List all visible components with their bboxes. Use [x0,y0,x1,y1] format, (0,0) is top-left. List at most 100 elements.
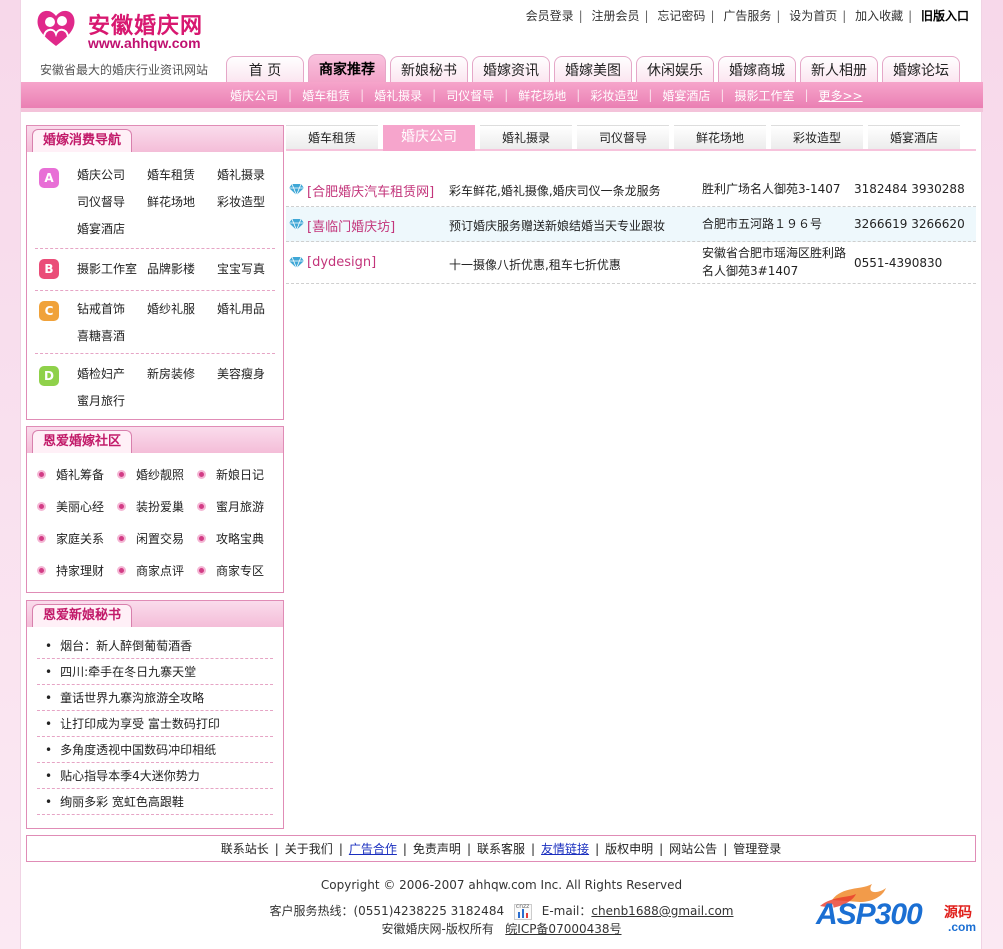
bullet-icon [197,502,206,511]
icp-link[interactable]: 皖ICP备07000438号 [505,922,621,936]
tab-wedding-news[interactable]: 婚嫁资讯 [472,56,550,82]
listing-row: [喜临门婚庆坊] 预订婚庆服务赠送新娘结婚当天专业跟妆 合肥市五河路１９６号 3… [286,207,976,242]
category-link[interactable]: 婚宴酒店 [77,216,147,243]
tab-wedding-mall[interactable]: 婚嫁商城 [718,56,796,82]
news-item[interactable]: 四川:牵手在冬日九寨天堂 [37,659,273,685]
category-link[interactable]: 婚车租赁 [147,162,217,189]
subnav-host[interactable]: 司仪督导 [446,87,494,104]
footer-link-admin-login[interactable]: 管理登录 [733,840,781,857]
footer-link-disclaimer[interactable]: 免责声明 [413,840,461,857]
tab-couple-albums[interactable]: 新人相册 [800,56,878,82]
subnav-wedding-company[interactable]: 婚庆公司 [230,87,278,104]
email-link[interactable]: chenb1688@gmail.com [591,904,733,918]
listing-name[interactable]: [喜临门婚庆坊] [307,216,395,235]
bullet-icon [37,534,46,543]
listing-name[interactable]: [合肥婚庆汽车租赁网] [307,181,434,200]
page-background-left [0,0,20,949]
tab-merchants[interactable]: 商家推荐 [308,54,386,82]
ctab-flowers[interactable]: 鲜花场地 [674,125,766,149]
listing-phone: 3266619 3266620 [854,217,965,231]
category-link[interactable]: 摄影工作室 [77,256,147,283]
footer-link-copyright[interactable]: 版权申明 [605,840,653,857]
ctab-video[interactable]: 婚礼摄录 [480,125,572,149]
ad-service-link[interactable]: 广告服务 [723,9,771,23]
listing-desc: 预订婚庆服务赠送新娘结婚当天专业跟妆 [449,219,666,233]
category-link[interactable]: 宝宝写真 [217,256,287,283]
category-link[interactable]: 品牌影楼 [147,256,217,283]
listing-name[interactable]: [dydesign] [307,255,376,270]
category-link[interactable]: 钻戒首饰 [77,296,147,323]
category-link[interactable]: 婚庆公司 [77,162,147,189]
community-link[interactable]: 新娘日记 [197,459,277,491]
subnav-makeup[interactable]: 彩妆造型 [590,87,638,104]
tab-forum[interactable]: 婚嫁论坛 [882,56,960,82]
footer-link-notice[interactable]: 网站公告 [669,840,717,857]
watermark-tag: 源码 [944,905,972,921]
community-link[interactable]: 蜜月旅游 [197,491,277,523]
category-link[interactable]: 喜糖喜酒 [77,323,147,350]
community-header: 恩爱婚嫁社区 [27,427,283,453]
login-link[interactable]: 会员登录 [526,9,574,23]
news-item[interactable]: 贴心指导本季4大迷你势力 [37,763,273,789]
ctab-wedding-company[interactable]: 婚庆公司 [383,125,475,151]
subnav-hotel[interactable]: 婚宴酒店 [662,87,710,104]
tab-entertainment[interactable]: 休闲娱乐 [636,56,714,82]
tab-bride-secretary[interactable]: 新娘秘书 [390,56,468,82]
add-favorite-link[interactable]: 加入收藏 [855,9,903,23]
community-link[interactable]: 装扮爱巢 [117,491,197,523]
subnav-flowers[interactable]: 鲜花场地 [518,87,566,104]
ctab-car-rental[interactable]: 婚车租赁 [286,125,378,149]
news-item[interactable]: 烟台：新人醉倒葡萄酒香 [37,633,273,659]
listing-desc: 彩车鲜花,婚礼摄像,婚庆司仪一条龙服务 [449,184,661,198]
old-version-link[interactable]: 旧版入口 [921,9,969,23]
category-link[interactable]: 婚检妇产 [77,361,147,388]
category-link[interactable]: 鲜花场地 [147,189,217,216]
category-group-a: A 婚庆公司 婚车租赁 婚礼摄录 司仪督导 鲜花场地 彩妆造型 婚宴酒店 [35,152,275,249]
news-item[interactable]: 绚丽多彩 宽虹色高跟鞋 [37,789,273,815]
news-item[interactable]: 童话世界九寨沟旅游全攻略 [37,685,273,711]
category-link[interactable]: 婚礼摄录 [217,162,287,189]
category-link[interactable]: 婚礼用品 [217,296,287,323]
category-link[interactable]: 司仪督导 [77,189,147,216]
ctab-host[interactable]: 司仪督导 [577,125,669,149]
footer-link-contact-admin[interactable]: 联系站长 [221,840,269,857]
category-link[interactable]: 美容瘦身 [217,361,287,388]
community-link[interactable]: 攻略宝典 [197,523,277,555]
tab-wedding-photos[interactable]: 婚嫁美图 [554,56,632,82]
footer-link-about[interactable]: 关于我们 [285,840,333,857]
community-link[interactable]: 商家点评 [117,555,197,587]
consume-nav-title: 婚嫁消费导航 [32,129,133,152]
category-link[interactable]: 新房装修 [147,361,217,388]
community-link[interactable]: 婚纱靓照 [117,459,197,491]
secretary-header: 恩爱新娘秘书 [27,601,283,627]
site-logo[interactable]: 安徽婚庆网 www.ahhqw.com [34,6,224,54]
set-homepage-link[interactable]: 设为首页 [789,9,837,23]
subnav-studio[interactable]: 摄影工作室 [734,87,794,104]
news-item[interactable]: 让打印成为享受 富士数码打印 [37,711,273,737]
community-link[interactable]: 持家理财 [37,555,117,587]
footer-link-support[interactable]: 联系客服 [477,840,525,857]
community-link[interactable]: 商家专区 [197,555,277,587]
tab-home[interactable]: 首 页 [226,56,304,82]
forgot-password-link[interactable]: 忘记密码 [657,9,705,23]
ctab-hotel[interactable]: 婚宴酒店 [868,125,960,149]
subnav-video[interactable]: 婚礼摄录 [374,87,422,104]
community-link[interactable]: 婚礼筹备 [37,459,117,491]
ctab-makeup[interactable]: 彩妆造型 [771,125,863,149]
category-link[interactable]: 彩妆造型 [217,189,287,216]
subnav-car-rental[interactable]: 婚车租赁 [302,87,350,104]
news-item[interactable]: 多角度透视中国数码冲印相纸 [37,737,273,763]
subnav-more-link[interactable]: 更多>> [819,87,863,104]
cnzz-stats-icon[interactable]: cnzz [513,903,532,920]
sub-nav-bar: 婚庆公司 | 婚车租赁 | 婚礼摄录 | 司仪督导 | 鲜花场地 | 彩妆造型 | 婚宴酒店… [21,82,983,108]
listing-address: 安徽省合肥市瑶海区胜利路名人御苑3#1407 [702,246,847,278]
category-link[interactable]: 婚纱礼服 [147,296,217,323]
community-link[interactable]: 美丽心经 [37,491,117,523]
category-link[interactable]: 蜜月旅行 [77,388,147,415]
footer-link-ad[interactable]: 广告合作 [349,840,397,857]
community-link[interactable]: 闲置交易 [117,523,197,555]
footer-link-friends[interactable]: 友情链接 [541,840,589,857]
community-link[interactable]: 家庭关系 [37,523,117,555]
watermark-brand: ASP300 [816,898,923,931]
register-link[interactable]: 注册会员 [592,9,640,23]
